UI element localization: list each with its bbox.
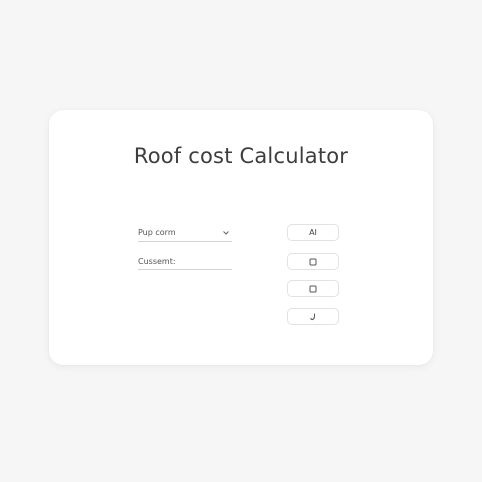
page-title: Roof cost Calculator xyxy=(133,144,349,168)
curl-button[interactable] xyxy=(287,308,339,325)
chevron-down-icon xyxy=(223,231,229,235)
square-button-2[interactable] xyxy=(287,280,339,297)
calculator-card: Roof cost Calculator Pup corm Cussemt: A… xyxy=(49,110,433,365)
ai-button-label: AI xyxy=(309,228,317,237)
curl-icon xyxy=(310,313,316,320)
cost-input-label: Cussemt: xyxy=(138,257,176,266)
square-icon xyxy=(309,285,317,292)
cost-input-field[interactable]: Cussemt: xyxy=(138,255,232,270)
material-dropdown[interactable]: Pup corm xyxy=(138,226,232,242)
square-button-1[interactable] xyxy=(287,253,339,270)
square-icon xyxy=(309,258,317,265)
ai-button[interactable]: AI xyxy=(287,224,339,241)
dropdown-selected-value: Pup corm xyxy=(138,228,176,237)
